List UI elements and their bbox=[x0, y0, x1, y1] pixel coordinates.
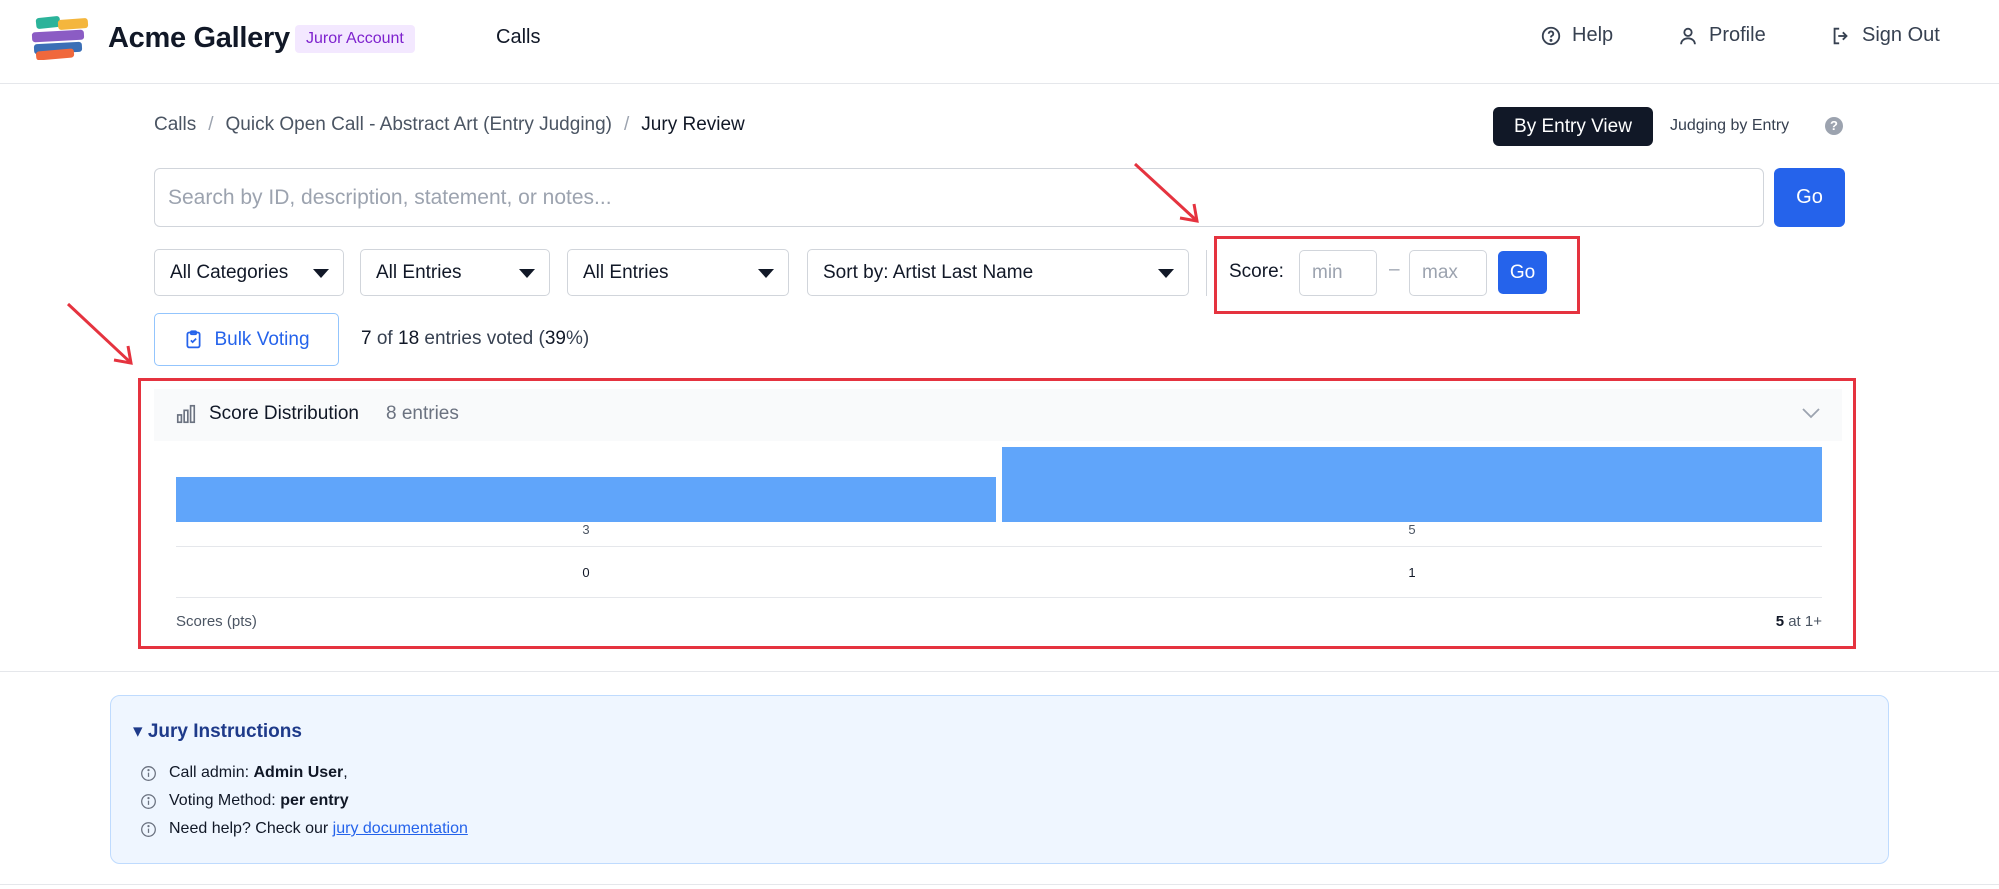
bulk-voting-button[interactable]: Bulk Voting bbox=[154, 313, 339, 366]
breadcrumb-calls[interactable]: Calls bbox=[154, 114, 196, 136]
sign-out-link[interactable]: Sign Out bbox=[1830, 24, 1940, 47]
sort-select-value: Sort by: Artist Last Name bbox=[823, 262, 1034, 283]
annotation-arrow-icon bbox=[66, 302, 133, 365]
voted-count: 7 bbox=[361, 328, 372, 349]
breadcrumb-separator: / bbox=[208, 114, 214, 135]
distribution-entry-count: 8 entries bbox=[386, 403, 459, 424]
voting-progress-text: 7 of 18 entries voted (39%) bbox=[361, 328, 589, 350]
page-bottom-divider bbox=[0, 884, 1999, 885]
score-max-input[interactable] bbox=[1409, 250, 1487, 296]
score-distribution-chart bbox=[176, 446, 1822, 522]
annotation-arrow-icon bbox=[1133, 162, 1199, 223]
entries-select-1-value: All Entries bbox=[376, 262, 462, 283]
distribution-bar-5[interactable] bbox=[1002, 447, 1822, 522]
tick-label-3: 3 bbox=[582, 522, 590, 537]
breadcrumb-call[interactable]: Quick Open Call - Abstract Art (Entry Ju… bbox=[226, 114, 613, 136]
jury-instructions-toggle[interactable]: ▾ Jury Instructions bbox=[133, 720, 302, 743]
nav-calls-link[interactable]: Calls bbox=[496, 26, 540, 49]
search-input[interactable] bbox=[154, 168, 1764, 227]
caret-down-icon bbox=[758, 269, 774, 278]
judging-help-icon[interactable]: ? bbox=[1825, 117, 1843, 135]
admin-value: Admin User bbox=[253, 764, 344, 781]
value-label-3: 0 bbox=[582, 565, 590, 580]
voted-percent: 39 bbox=[544, 328, 566, 349]
breadcrumb-separator: / bbox=[624, 114, 630, 135]
help-link[interactable]: Help bbox=[1540, 24, 1613, 47]
distribution-bar-3[interactable] bbox=[176, 477, 996, 522]
juror-account-badge: Juror Account bbox=[295, 25, 415, 53]
bulk-voting-label: Bulk Voting bbox=[214, 328, 310, 350]
breadcrumb-current: Jury Review bbox=[641, 114, 745, 135]
footer-count: 5 bbox=[1775, 613, 1785, 630]
bar-chart-icon bbox=[176, 404, 196, 424]
method-value: per entry bbox=[280, 792, 349, 809]
profile-label: Profile bbox=[1709, 24, 1766, 46]
category-select-value: All Categories bbox=[170, 262, 289, 283]
chevron-down-icon[interactable] bbox=[1801, 406, 1821, 420]
sort-select[interactable]: Sort by: Artist Last Name bbox=[807, 249, 1189, 296]
user-icon bbox=[1680, 27, 1696, 44]
by-entry-view-button[interactable]: By Entry View bbox=[1493, 107, 1653, 146]
instruction-help: Need help? Check our jury documentation bbox=[140, 820, 468, 838]
distribution-footer-label: Scores (pts) bbox=[176, 613, 257, 630]
voted-of: of bbox=[376, 328, 393, 349]
tick-label-5: 5 bbox=[1408, 522, 1416, 537]
profile-link[interactable]: Profile bbox=[1677, 24, 1766, 47]
info-icon bbox=[141, 765, 156, 781]
score-go-button[interactable]: Go bbox=[1498, 251, 1547, 294]
acme-logo-icon[interactable] bbox=[30, 16, 92, 60]
section-divider bbox=[0, 671, 1999, 672]
search-go-button[interactable]: Go bbox=[1774, 168, 1845, 227]
brand-name[interactable]: Acme Gallery bbox=[108, 22, 290, 55]
entries-select-2[interactable]: All Entries bbox=[567, 249, 789, 296]
help-circle-icon bbox=[1541, 26, 1561, 45]
caret-down-icon bbox=[313, 269, 329, 278]
score-filter-label: Score: bbox=[1229, 261, 1284, 282]
category-select[interactable]: All Categories bbox=[154, 249, 344, 296]
method-label: Voting Method: bbox=[169, 792, 276, 809]
info-icon bbox=[141, 793, 156, 809]
clipboard-check-icon bbox=[186, 330, 201, 349]
voted-suffix: entries voted ( bbox=[424, 328, 545, 349]
admin-label: Call admin: bbox=[169, 764, 250, 781]
sign-out-icon bbox=[1833, 27, 1848, 44]
entries-select-1[interactable]: All Entries bbox=[360, 249, 550, 296]
entries-select-2-value: All Entries bbox=[583, 262, 669, 283]
total-count: 18 bbox=[398, 328, 420, 349]
judging-mode-label: Judging by Entry bbox=[1670, 117, 1790, 134]
sign-out-label: Sign Out bbox=[1862, 24, 1940, 46]
caret-down-icon bbox=[519, 269, 535, 278]
distribution-title: Score Distribution bbox=[209, 403, 359, 424]
admin-tail: , bbox=[343, 764, 348, 781]
help-label: Help bbox=[1572, 24, 1614, 46]
chart-divider bbox=[176, 546, 1822, 547]
distribution-footer-summary: 5 at 1+ bbox=[1776, 613, 1822, 630]
footer-suffix: at 1+ bbox=[1788, 613, 1822, 630]
jury-documentation-link[interactable]: jury documentation bbox=[333, 820, 468, 837]
voted-percent-suffix: %) bbox=[565, 328, 590, 349]
info-icon bbox=[141, 821, 156, 837]
caret-down-icon bbox=[1158, 269, 1174, 278]
instruction-method: Voting Method: per entry bbox=[140, 792, 349, 810]
chart-divider bbox=[176, 597, 1822, 598]
score-min-input[interactable] bbox=[1299, 250, 1377, 296]
value-label-5: 1 bbox=[1408, 565, 1416, 580]
score-range-dash: – bbox=[1389, 259, 1400, 280]
breadcrumb: Calls / Quick Open Call - Abstract Art (… bbox=[154, 114, 745, 136]
jury-instructions-panel bbox=[110, 695, 1889, 864]
instruction-admin: Call admin: Admin User, bbox=[140, 764, 348, 782]
filter-divider bbox=[1206, 250, 1207, 296]
help-text: Need help? Check our bbox=[169, 820, 329, 837]
